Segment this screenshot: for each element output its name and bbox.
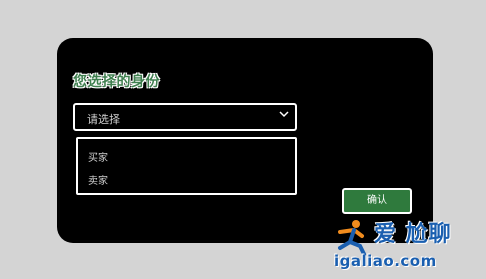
confirm-button[interactable]: 确认: [342, 188, 412, 214]
watermark-brand: 爱 尬聊: [374, 222, 452, 247]
dialog-title: 您选择的身份: [73, 74, 160, 90]
select-value: 请选择: [87, 113, 120, 126]
dropdown-option-seller[interactable]: 卖家: [88, 172, 108, 187]
watermark-domain: igaliao.com: [334, 252, 437, 270]
page: 您选择的身份 请选择 买家 卖家 确认 爱 尬聊 igaliao.com: [0, 0, 486, 279]
identity-select[interactable]: 请选择: [73, 103, 297, 131]
dropdown-option-buyer[interactable]: 买家: [88, 149, 108, 164]
identity-dropdown: 买家 卖家: [76, 137, 297, 195]
running-figure-icon-svg: [338, 220, 366, 256]
chevron-down-icon-svg: [279, 111, 289, 118]
watermark: 爱 尬聊 igaliao.com: [330, 214, 480, 276]
running-figure-icon: [332, 218, 372, 256]
chevron-down-icon[interactable]: [277, 109, 291, 125]
